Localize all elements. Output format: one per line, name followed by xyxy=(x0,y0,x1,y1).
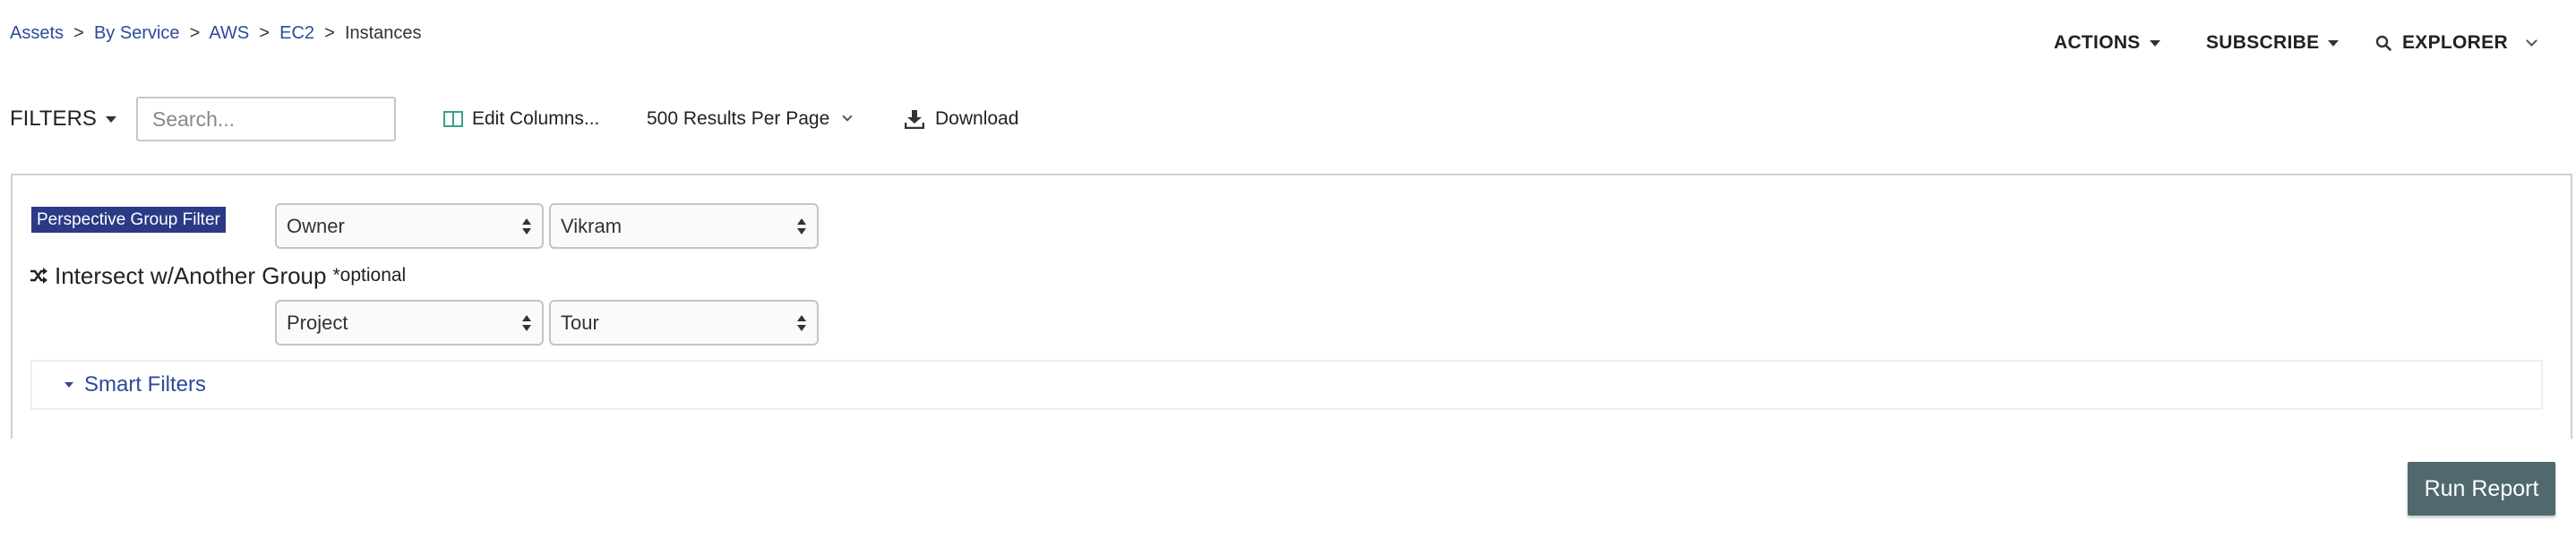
caret-down-icon xyxy=(105,115,116,123)
perspective-value-select-value: Vikram xyxy=(561,214,623,237)
select-arrows-icon xyxy=(522,314,531,331)
perspective-value-select[interactable]: Vikram xyxy=(549,203,819,249)
select-arrows-icon xyxy=(797,218,806,235)
columns-icon xyxy=(443,111,463,127)
actions-menu-label: ACTIONS xyxy=(2054,32,2141,53)
breadcrumb-separator: > xyxy=(68,23,90,43)
subscribe-menu[interactable]: SUBSCRIBE xyxy=(2206,29,2340,57)
shuffle-icon xyxy=(30,268,47,284)
breadcrumb-link-aws[interactable]: AWS xyxy=(209,23,249,43)
select-arrows-icon xyxy=(797,314,806,331)
optional-label: *optional xyxy=(332,265,407,286)
chevron-down-icon xyxy=(2526,34,2537,47)
explorer-menu-label: EXPLORER xyxy=(2402,32,2508,53)
download-label: Download xyxy=(935,108,1019,129)
filters-label: FILTERS xyxy=(10,107,97,131)
breadcrumb-link-by-service[interactable]: By Service xyxy=(94,23,180,43)
subscribe-menu-label: SUBSCRIBE xyxy=(2206,32,2320,53)
chevron-down-icon xyxy=(842,111,853,122)
smart-filters-toggle[interactable]: Smart Filters xyxy=(84,372,206,397)
explorer-menu[interactable]: EXPLORER xyxy=(2375,29,2537,57)
perspective-group-select-value: Owner xyxy=(287,214,345,237)
filters-toggle[interactable]: FILTERS xyxy=(10,105,116,133)
download-icon xyxy=(904,109,925,130)
breadcrumb: Assets > By Service > AWS > EC2 > Instan… xyxy=(10,21,422,45)
intersect-value-select[interactable]: Tour xyxy=(549,300,819,346)
results-per-page-dropdown[interactable]: 500 Results Per Page xyxy=(647,105,853,133)
intersect-value-select-value: Tour xyxy=(561,311,599,334)
actions-menu[interactable]: ACTIONS xyxy=(2054,29,2160,57)
intersect-group-select[interactable]: Project xyxy=(275,300,544,346)
breadcrumb-separator: > xyxy=(253,23,275,43)
breadcrumb-link-assets[interactable]: Assets xyxy=(10,23,64,43)
search-input[interactable] xyxy=(136,97,396,141)
edit-columns-label: Edit Columns... xyxy=(472,108,600,129)
smart-filters-section: Smart Filters xyxy=(30,360,2543,410)
caret-down-icon xyxy=(64,382,73,388)
intersect-group-heading: Intersect w/Another Group *optional xyxy=(30,261,406,290)
breadcrumb-current: Instances xyxy=(344,23,422,43)
edit-columns-button[interactable]: Edit Columns... xyxy=(443,105,599,133)
caret-down-icon xyxy=(2328,39,2340,47)
results-per-page-label: 500 Results Per Page xyxy=(647,108,830,129)
perspective-group-filter-badge: Perspective Group Filter xyxy=(31,207,226,233)
caret-down-icon xyxy=(2149,39,2160,47)
intersect-group-select-value: Project xyxy=(287,311,348,334)
breadcrumb-separator: > xyxy=(185,23,205,43)
search-icon xyxy=(2375,35,2391,51)
download-button[interactable]: Download xyxy=(904,105,1019,133)
breadcrumb-link-ec2[interactable]: EC2 xyxy=(279,23,314,43)
breadcrumb-separator: > xyxy=(319,23,340,43)
perspective-group-select[interactable]: Owner xyxy=(275,203,544,249)
select-arrows-icon xyxy=(522,218,531,235)
run-report-button[interactable]: Run Report xyxy=(2408,462,2555,516)
intersect-label: Intersect w/Another Group xyxy=(55,261,327,289)
